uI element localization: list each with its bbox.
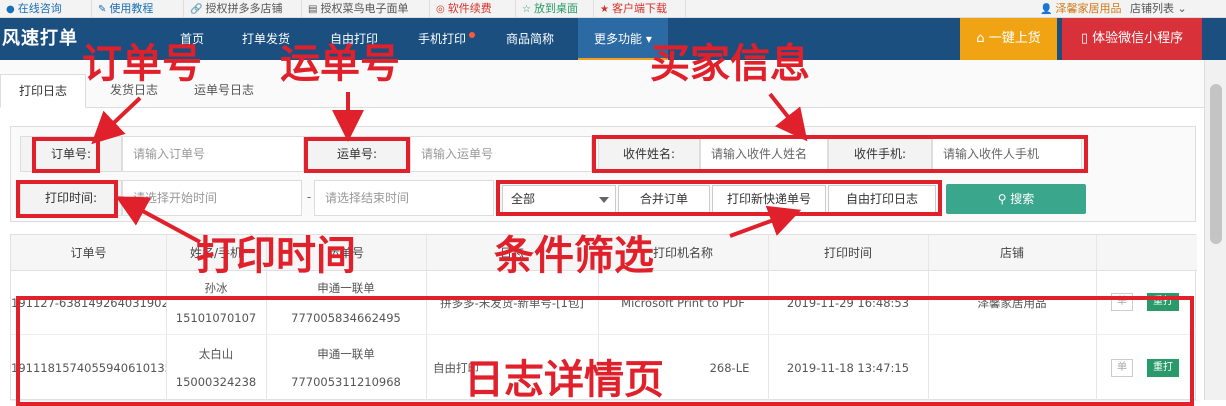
single-button[interactable]: 单 xyxy=(1111,293,1133,311)
caret-down-icon xyxy=(599,197,609,203)
annotation-condition-filter: 条件筛选 xyxy=(494,233,654,279)
page-scrollbar[interactable] xyxy=(1204,60,1226,400)
time-cell: 2019-11-29 16:48:53 xyxy=(786,296,910,310)
search-button[interactable]: ⚲ 搜索 xyxy=(946,184,1086,214)
receiver-phone-label: 收件手机: xyxy=(828,136,932,172)
chevron-down-icon: ⌄ xyxy=(1177,2,1187,15)
annotation-print-time: 打印时间 xyxy=(196,233,356,279)
waybill-cell: 777005311210968 xyxy=(291,375,401,389)
waybill-label: 运单号: xyxy=(304,136,410,172)
phone-icon: ▯ xyxy=(1080,31,1093,46)
renew-icon: ◎ xyxy=(436,4,445,15)
time-cell: 2019-11-18 13:47:15 xyxy=(786,361,910,375)
shop-name[interactable]: 👤 泽馨家居用品 xyxy=(1034,0,1127,18)
phone-cell: 15000324238 xyxy=(175,375,257,389)
nav-mobile-print[interactable]: 手机打印 xyxy=(418,18,476,60)
book-icon: ✎ xyxy=(98,4,107,15)
user-icon: 👤 xyxy=(1040,4,1053,15)
client-download-link[interactable]: ★ 客户端下载 xyxy=(594,0,686,18)
scrollbar-thumb[interactable] xyxy=(1210,84,1222,244)
desktop-link[interactable]: ☆ 放到桌面 xyxy=(516,0,594,18)
order-no-cell: 191118157405594061013​5 xyxy=(11,361,166,375)
reprint-button[interactable]: 重打 xyxy=(1147,293,1179,311)
annotation-log-detail: 日志详情页 xyxy=(464,357,664,403)
col-print-time: 打印时间 xyxy=(823,246,872,260)
start-time-input[interactable]: 请选择开始时间 xyxy=(122,180,302,216)
search-icon: ⚲ xyxy=(997,192,1011,206)
order-no-input[interactable]: 请输入订单号 xyxy=(122,136,304,172)
receiver-name-input[interactable]: 请输入收件人姓名 xyxy=(700,136,828,172)
shop-cell: 泽馨家居用品 xyxy=(977,296,1047,310)
annotation-order-no: 订单号 xyxy=(82,41,202,87)
express-cell: 申通一联单 xyxy=(317,347,375,361)
tutorial-link[interactable]: ✎ 使用教程 xyxy=(92,0,184,18)
log-cell: 拼多多-未发货-新单号-[1包] xyxy=(440,296,584,310)
col-shop: 店铺 xyxy=(999,246,1024,260)
single-button[interactable]: 单 xyxy=(1111,359,1133,377)
name-cell: 太白山 xyxy=(198,347,234,361)
table-row[interactable]: 191127-638149264031902 孙冰 15101070107 申通… xyxy=(11,271,1197,335)
order-no-cell: 191127-638149264031902 xyxy=(11,296,166,310)
link-icon: 🔗 xyxy=(190,4,203,15)
order-no-label: 订单号: xyxy=(20,136,122,172)
one-click-listing-button[interactable]: ⌂ 一键上货 xyxy=(960,18,1057,60)
range-dash: - xyxy=(306,190,312,204)
renew-link[interactable]: ◎ 软件续费 xyxy=(430,0,516,18)
receiver-name-label: 收件姓名: xyxy=(598,136,700,172)
brand-logo: 风速打单 xyxy=(2,28,78,49)
online-consult-link[interactable]: ● 在线咨询 xyxy=(0,0,92,18)
print-new-express-button[interactable]: 打印新快递单号 xyxy=(712,185,826,213)
shop-list-dropdown[interactable]: 店铺列表 ⌄ xyxy=(1124,0,1193,18)
star-icon: ★ xyxy=(600,4,609,15)
waybill-cell: 777005834662495 xyxy=(291,311,401,325)
wechat-miniprogram-button[interactable]: ▯ 体验微信小程序 xyxy=(1062,18,1202,60)
phone-cell: 15101070107 xyxy=(175,311,257,325)
tab-print-log[interactable]: 打印日志 xyxy=(0,74,87,108)
notification-dot xyxy=(469,32,476,38)
printer-cell: 268-LE xyxy=(709,361,750,375)
col-order-no: 订单号 xyxy=(70,246,107,260)
receiver-phone-input[interactable]: 请输入收件人手机 xyxy=(932,136,1082,172)
printer-cell: Microsoft Print to PDF xyxy=(621,296,745,310)
waybill-input[interactable]: 请输入运单号 xyxy=(410,136,592,172)
annotation-waybill: 运单号 xyxy=(280,41,400,87)
merge-order-button[interactable]: 合并订单 xyxy=(618,185,710,213)
reprint-button[interactable]: 重打 xyxy=(1147,359,1179,377)
condition-select[interactable]: 全部 xyxy=(502,185,616,213)
annotation-buyer-info: 买家信息 xyxy=(650,41,810,87)
free-print-log-button[interactable]: 自由打印日志 xyxy=(828,185,936,213)
person-icon: ● xyxy=(6,4,15,15)
top-utility-bar: ● 在线咨询 ✎ 使用教程 🔗 授权拼多多店铺 ▤ 授权菜鸟电子面单 ◎ 软件续费 ☆ 放到… xyxy=(0,0,1226,18)
tag-icon: ⌂ xyxy=(976,31,989,46)
nav-product-short[interactable]: 商品简称 xyxy=(506,18,554,60)
authorize-cainiao-link[interactable]: ▤ 授权菜鸟电子面单 xyxy=(302,0,430,18)
doc-icon: ▤ xyxy=(308,4,318,15)
print-time-label: 打印时间: xyxy=(20,180,122,216)
end-time-input[interactable]: 请选择结束时间 xyxy=(314,180,494,216)
star-outline-icon: ☆ xyxy=(522,4,531,15)
authorize-pdd-link[interactable]: 🔗 授权拼多多店铺 xyxy=(184,0,302,18)
